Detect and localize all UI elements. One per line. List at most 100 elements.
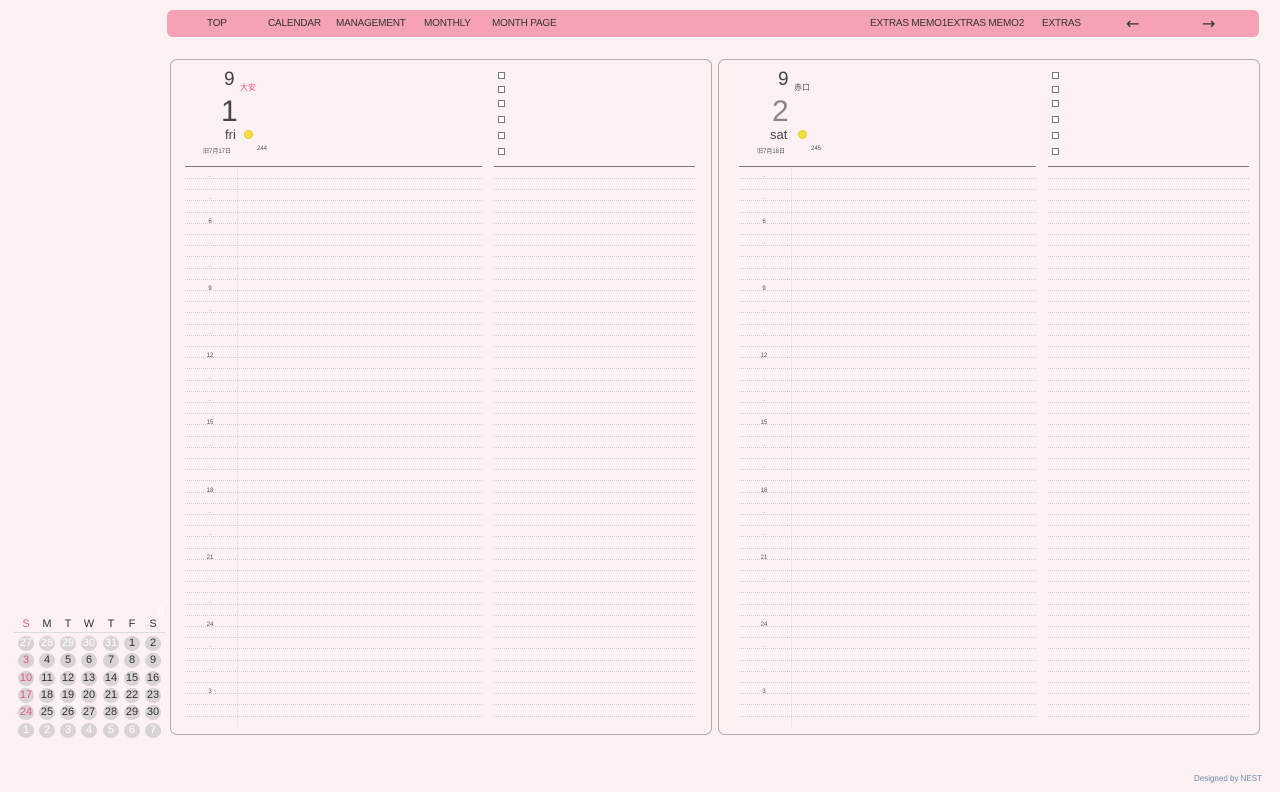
calendar-day[interactable]: 5 — [103, 722, 119, 738]
calendar-day[interactable]: 7 — [145, 722, 161, 738]
schedule-line — [185, 469, 482, 471]
calendar-day[interactable]: 30 — [81, 636, 97, 651]
nav-management[interactable]: MANAGEMENT — [336, 10, 406, 37]
todo-checkbox[interactable] — [498, 148, 505, 155]
calendar-day[interactable]: 23 — [145, 687, 161, 703]
calendar-day[interactable]: 21 — [103, 687, 119, 703]
schedule-line — [739, 278, 1036, 280]
calendar-day[interactable]: 17 — [18, 687, 34, 703]
schedule-line — [1048, 592, 1249, 594]
todo-checkbox[interactable] — [498, 72, 505, 79]
sun-icon — [798, 130, 807, 139]
schedule-line — [739, 514, 1036, 515]
schedule-line — [1048, 200, 1249, 202]
schedule-line — [185, 189, 482, 191]
calendar-day[interactable]: 15 — [124, 670, 140, 686]
todo-checkbox[interactable] — [498, 116, 505, 123]
calendar-day[interactable]: 2 — [145, 636, 161, 651]
schedule-line — [1048, 413, 1249, 415]
nav-month-page[interactable]: MONTH PAGE — [492, 10, 557, 37]
schedule-line — [494, 525, 695, 527]
schedule-line — [494, 682, 695, 683]
schedule-line — [494, 704, 695, 706]
calendar-day[interactable]: 2 — [39, 722, 55, 738]
calendar-day[interactable]: 8 — [124, 653, 140, 669]
calendar-day[interactable]: 25 — [39, 705, 55, 721]
calendar-day[interactable]: 1 — [124, 636, 140, 651]
todo-checkbox[interactable] — [1052, 116, 1059, 123]
todo-checkbox[interactable] — [498, 132, 505, 139]
todo-checkbox[interactable] — [498, 86, 505, 93]
schedule-line — [494, 245, 695, 247]
calendar-day[interactable]: 1 — [18, 722, 34, 738]
calendar-day[interactable]: 19 — [60, 687, 76, 703]
next-arrow-button[interactable]: → — [1202, 10, 1215, 37]
calendar-day[interactable]: 4 — [81, 722, 97, 738]
todo-checkbox[interactable] — [1052, 100, 1059, 107]
calendar-day[interactable]: 7 — [103, 653, 119, 669]
schedule-line — [185, 234, 482, 235]
calendar-day[interactable]: 14 — [103, 670, 119, 686]
schedule-line — [185, 334, 482, 336]
schedule-line — [185, 648, 482, 650]
calendar-day[interactable]: 10 — [18, 670, 34, 686]
calendar-day[interactable]: 29 — [124, 705, 140, 721]
schedule-line — [739, 648, 1036, 650]
calendar-day[interactable]: 3 — [18, 653, 34, 669]
todo-checkbox[interactable] — [1052, 132, 1059, 139]
schedule-line — [739, 390, 1036, 392]
todo-checkbox[interactable] — [1052, 86, 1059, 93]
prev-arrow-button[interactable]: ← — [1126, 10, 1139, 37]
schedule-line — [739, 458, 1036, 459]
schedule-line — [185, 357, 482, 359]
calendar-day[interactable]: 5 — [60, 653, 76, 669]
hour-label: · — [763, 577, 765, 584]
calendar-day[interactable]: 20 — [81, 687, 97, 703]
schedule-line — [1048, 301, 1249, 303]
hour-label: · — [763, 330, 765, 337]
rokuyo-label: 赤口 — [794, 83, 810, 92]
schedule-line — [185, 637, 482, 639]
calendar-day[interactable]: 28 — [103, 705, 119, 721]
schedule-line — [185, 290, 482, 291]
nav-monthly[interactable]: MONTHLY — [424, 10, 471, 37]
nav-top[interactable]: TOP — [207, 10, 227, 37]
todo-checkbox[interactable] — [1052, 72, 1059, 79]
calendar-day[interactable]: 4 — [39, 653, 55, 669]
calendar-day[interactable]: 9 — [145, 653, 161, 669]
schedule-line — [494, 502, 695, 504]
nav-extras[interactable]: EXTRAS — [1042, 10, 1081, 37]
hour-label: 3 — [762, 689, 766, 696]
schedule-line — [739, 525, 1036, 527]
schedule-line — [1048, 267, 1249, 269]
hour-label: 6 — [762, 218, 766, 225]
calendar-day[interactable]: 3 — [60, 722, 76, 738]
nav-calendar[interactable]: CALENDAR — [268, 10, 321, 37]
calendar-day[interactable]: 31 — [103, 636, 119, 651]
calendar-day[interactable]: 29 — [60, 636, 76, 651]
calendar-day[interactable]: 6 — [81, 653, 97, 669]
calendar-day[interactable]: 16 — [145, 670, 161, 686]
calendar-day[interactable]: 12 — [60, 670, 76, 686]
calendar-day[interactable]: 27 — [18, 636, 34, 651]
calendar-day[interactable]: 13 — [81, 670, 97, 686]
calendar-day[interactable]: 27 — [81, 705, 97, 721]
calendar-day[interactable]: 6 — [124, 722, 140, 738]
schedule-line — [494, 323, 695, 325]
calendar-day[interactable]: 22 — [124, 687, 140, 703]
nav-extras-memo2[interactable]: EXTRAS MEMO2 — [947, 10, 1024, 37]
calendar-day[interactable]: 18 — [39, 687, 55, 703]
lunar-date: 旧7月18日 — [757, 149, 786, 155]
calendar-day[interactable]: 11 — [39, 670, 55, 686]
schedule-line — [185, 278, 482, 280]
todo-checkbox[interactable] — [498, 100, 505, 107]
todo-checkbox[interactable] — [1052, 148, 1059, 155]
calendar-day[interactable]: 28 — [39, 636, 55, 651]
schedule-line — [494, 626, 695, 627]
calendar-day[interactable]: 24 — [18, 705, 34, 721]
calendar-day[interactable]: 26 — [60, 705, 76, 721]
calendar-day[interactable]: 30 — [145, 705, 161, 721]
schedule-line — [185, 435, 482, 437]
nav-extras-memo1[interactable]: EXTRAS MEMO1 — [870, 10, 947, 37]
schedule-line — [1048, 278, 1249, 280]
